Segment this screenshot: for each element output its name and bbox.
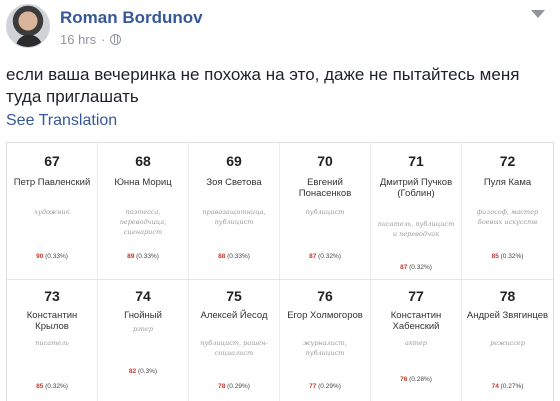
person-name: Юнна Мориц <box>114 177 172 188</box>
meta-separator: · <box>101 32 106 47</box>
person-name: Константин Крылов <box>26 310 78 332</box>
person-name: Константин Хабенский <box>390 310 442 332</box>
score-points: 82 <box>128 368 137 375</box>
ranking-row: 67 Петр Павленский художник 90 (0.33%) 6… <box>7 143 553 280</box>
score: 77 (0.29%) <box>280 383 370 390</box>
score-percent: (0.27%) <box>500 383 524 390</box>
score-points: 89 <box>127 253 135 260</box>
ranking-cell: 71 Дмитрий Пучков (Гоблин) писатель, пуб… <box>371 143 462 279</box>
person-role: писатель, публицист и переводчик <box>377 220 455 238</box>
ranking-cell: 75 Алексей Йесод публицист, рашен-социал… <box>189 280 280 401</box>
score-percent: (0.33%) <box>45 253 68 260</box>
ranking-cell: 67 Петр Павленский художник 90 (0.33%) <box>7 143 98 279</box>
score-points: 87 <box>400 264 408 271</box>
person-role: правозащитница, публицист <box>202 208 266 226</box>
score-percent: (0.29%) <box>227 383 250 390</box>
score: 76 (0.28%) <box>371 376 461 383</box>
score-percent: (0.29%) <box>318 383 341 390</box>
post-text: если ваша вечеринка не похожа на это, да… <box>6 65 520 106</box>
person-name: Пуля Кама <box>483 177 532 188</box>
person-name: Зоя Светова <box>206 177 262 188</box>
score: 88 (0.33%) <box>189 253 279 260</box>
ranking-cell: 77 Константин Хабенский актер 76 (0.28%) <box>371 280 462 401</box>
score: 78 (0.29%) <box>189 383 279 390</box>
person-name: Алексей Йесод <box>200 310 268 321</box>
person-name: Петр Павленский <box>13 177 91 188</box>
person-role: журналист, публицист <box>303 339 347 357</box>
author-name[interactable]: Roman Bordunov <box>60 8 203 28</box>
person-role: режиссер <box>490 339 525 347</box>
ranking-cell: 74 Гнойный рэпер 82 (0.3%) <box>98 280 189 401</box>
score: 85 (0.32%) <box>462 253 553 260</box>
score: 87 (0.32%) <box>280 253 370 260</box>
post-header: Roman Bordunov 16 hrs · <box>6 4 554 52</box>
ranking-table-image[interactable]: 67 Петр Павленский художник 90 (0.33%) 6… <box>6 142 554 401</box>
person-role: писатель <box>35 339 69 347</box>
person-name: Егор Холмогоров <box>287 310 363 321</box>
rank-number: 78 <box>499 288 516 304</box>
person-role: публицист <box>305 208 345 216</box>
score: 85 (0.32%) <box>7 383 97 390</box>
person-role: публицист, рашен-социалист <box>200 339 268 357</box>
person-role: актер <box>405 339 427 347</box>
person-role: художник <box>34 208 70 216</box>
rank-number: 72 <box>499 153 516 169</box>
person-role: поэтесса, переводчица, сценарист <box>119 208 167 236</box>
score-points: 77 <box>309 383 317 390</box>
ranking-row: 73 Константин Крылов писатель 85 (0.32%)… <box>7 280 553 401</box>
ranking-cell: 69 Зоя Светова правозащитница, публицист… <box>189 143 280 279</box>
person-role: рэпер <box>133 325 153 333</box>
ranking-cell: 70 Евгений Понасенков публицист 87 (0.32… <box>280 143 371 279</box>
avatar[interactable] <box>6 4 50 48</box>
score-percent: (0.3%) <box>137 368 158 375</box>
ranking-cell: 78 Андрей Звягинцев режиссер 74 (0.27%) <box>462 280 553 401</box>
post-timestamp[interactable]: 16 hrs <box>60 32 96 47</box>
score-percent: (0.32%) <box>45 383 68 390</box>
chevron-down-icon[interactable] <box>528 10 548 24</box>
score-points: 90 <box>36 253 44 260</box>
person-role: философ, мастер боевых искусств <box>476 208 539 226</box>
ranking-cell: 68 Юнна Мориц поэтесса, переводчица, сце… <box>98 143 189 279</box>
score: 74 (0.27%) <box>462 383 553 390</box>
rank-number: 74 <box>135 288 151 304</box>
person-name: Андрей Звягинцев <box>466 310 549 321</box>
rank-number: 68 <box>135 153 151 169</box>
score-percent: (0.32%) <box>409 264 432 271</box>
score: 90 (0.33%) <box>7 253 97 260</box>
score-points: 85 <box>36 383 44 390</box>
rank-number: 67 <box>44 153 60 169</box>
rank-number: 76 <box>317 288 333 304</box>
rank-number: 77 <box>408 288 424 304</box>
see-translation-link[interactable]: See Translation <box>6 112 117 130</box>
ranking-cell: 76 Егор Холмогоров журналист, публицист … <box>280 280 371 401</box>
ranking-cell: 72 Пуля Кама философ, мастер боевых иску… <box>462 143 553 279</box>
person-name: Гнойный <box>124 310 162 321</box>
score-percent: (0.28%) <box>409 376 432 383</box>
person-name: Дмитрий Пучков (Гоблин) <box>379 177 453 199</box>
score-points: 76 <box>400 376 408 383</box>
score-points: 78 <box>218 383 226 390</box>
score: 82 (0.3%) <box>98 368 188 375</box>
score-percent: (0.32%) <box>500 253 524 260</box>
score-percent: (0.32%) <box>318 253 341 260</box>
score-points: 85 <box>491 253 499 260</box>
score-points: 88 <box>218 253 226 260</box>
score-points: 87 <box>309 253 317 260</box>
rank-number: 70 <box>317 153 333 169</box>
ranking-cell: 73 Константин Крылов писатель 85 (0.32%) <box>7 280 98 401</box>
rank-number: 75 <box>226 288 242 304</box>
globe-icon[interactable] <box>110 34 122 45</box>
score-percent: (0.33%) <box>136 253 159 260</box>
score: 89 (0.33%) <box>98 253 188 260</box>
rank-number: 73 <box>44 288 60 304</box>
person-name: Евгений Понасенков <box>298 177 352 199</box>
rank-number: 69 <box>226 153 242 169</box>
score-points: 74 <box>491 383 499 390</box>
score-percent: (0.33%) <box>227 253 250 260</box>
rank-number: 71 <box>408 153 424 169</box>
post-meta: 16 hrs · <box>60 32 122 47</box>
score: 87 (0.32%) <box>371 264 461 271</box>
